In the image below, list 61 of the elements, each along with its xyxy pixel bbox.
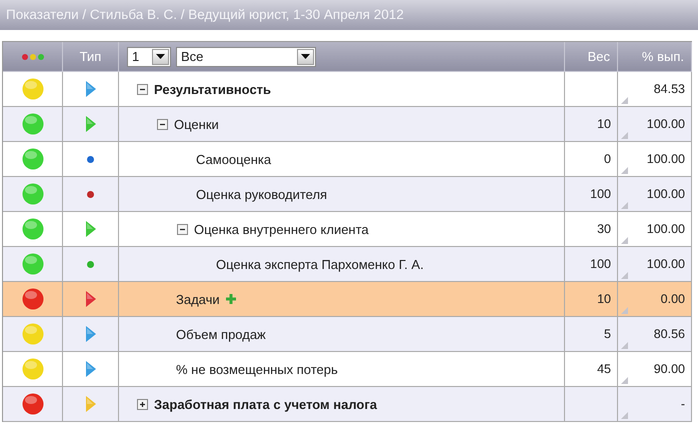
corner-mark-icon [621,412,628,419]
percent-value: 100.00 [646,187,685,201]
indicator-name: Результативность [154,82,272,96]
filter-dropdown[interactable]: Все [176,46,316,66]
percent-value: 100.00 [646,222,685,236]
percent-value: 100.00 [646,257,685,271]
percent-value: 0.00 [660,292,685,306]
percent-value: 90.00 [654,362,685,376]
corner-mark-icon [621,272,628,279]
percent-value: 84.53 [654,82,685,96]
table-row[interactable]: Оценки 10 100.00 [3,107,692,142]
column-header: Тип [80,49,102,64]
table-row[interactable]: Самооценка 0 100.00 [3,142,692,177]
indicator-name: Объем продаж [176,326,266,342]
indicator-name: % не возмещенных потерь [176,362,338,376]
corner-mark-icon [621,97,628,104]
percent-value: 80.56 [654,327,685,341]
corner-mark-icon [621,342,628,349]
indicator-name: Самооценка [196,152,272,166]
table-row[interactable]: Заработная плата с учетом налога - [3,387,692,422]
percent-value: - [680,397,685,411]
weight-value: 100 [590,187,611,201]
expand-icon[interactable] [137,398,148,410]
indicator-name: Задачи [176,292,220,306]
indicator-name: Оценки [174,116,219,132]
indicator-name: Оценка руководителя [196,186,328,202]
table-row[interactable]: Оценка внутреннего клиента 30 100.00 [3,212,692,247]
collapse-icon[interactable] [177,224,188,234]
table-row[interactable]: Объем продаж 5 80.56 [3,317,692,352]
percent-value: 100.00 [646,152,685,166]
weight-value: 0 [604,152,611,166]
window-title: Показатели / Стильба В. С. / Ведущий юрист, 1-30 Апреля 2012 [0,0,698,30]
corner-mark-icon [621,377,628,384]
weight-value: 10 [597,117,611,131]
caret-icon [301,54,310,59]
traffic-lights-icon [22,54,44,60]
table-row[interactable]: Результативность 84.53 [3,72,692,107]
table-row[interactable]: Оценка эксперта Пархоменко Г. А. 100 100.00 [3,247,692,282]
column-header: % вып. [642,49,684,64]
weight-value: 30 [597,222,611,236]
caret-icon [156,54,165,59]
weight-value: 100 [590,257,611,271]
table-row[interactable]: % не возмещенных потерь 45 90.00 [3,352,692,387]
table-row[interactable]: Задачи 10 0.00 [3,282,692,317]
corner-mark-icon [621,237,628,244]
corner-mark-icon [621,132,628,139]
weight-value: 10 [597,292,611,306]
corner-mark-icon [621,167,628,174]
table-row[interactable]: Оценка руководителя 100 100.00 [3,177,692,212]
collapse-icon[interactable] [137,84,148,94]
indicator-name: Оценка эксперта Пархоменко Г. А. [216,256,424,272]
indicator-name: Заработная плата с учетом налога [154,396,378,412]
percent-value: 100.00 [646,117,685,131]
indicator-name: Оценка внутреннего клиента [194,222,369,236]
corner-mark-icon [621,202,628,209]
corner-mark-icon [621,307,628,314]
weight-value: 5 [604,327,611,341]
level-dropdown[interactable]: 1 [127,46,171,66]
collapse-icon[interactable] [157,118,168,130]
column-header: Вес [588,49,610,64]
weight-value: 45 [597,362,611,376]
